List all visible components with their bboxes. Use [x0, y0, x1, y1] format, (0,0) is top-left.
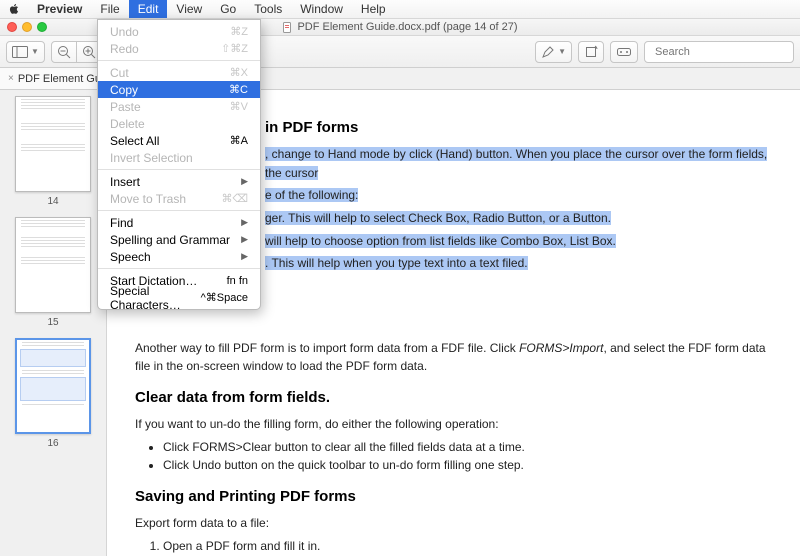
menu-redo: Redo⇧⌘Z	[98, 40, 260, 57]
close-window-button[interactable]	[7, 22, 17, 32]
rotate-icon	[584, 45, 598, 59]
menubar: Preview File Edit View Go Tools Window H…	[0, 0, 800, 19]
doc-heading: Clear data from form fields.	[135, 386, 772, 409]
thumbnail-label: 15	[47, 317, 58, 328]
edit-menu: Undo⌘Z Redo⇧⌘Z Cut⌘X Copy⌘C Paste⌘V Dele…	[97, 19, 261, 310]
doc-bullet: will help to choose option from list fie…	[265, 232, 772, 251]
menu-separator	[98, 268, 260, 269]
highlight-button[interactable]: ▼	[535, 41, 572, 63]
doc-list: Click FORMS>Clear button to clear all th…	[163, 438, 772, 475]
menu-insert[interactable]: Insert▶	[98, 173, 260, 190]
markup-icon	[616, 46, 632, 58]
zoom-window-button[interactable]	[37, 22, 47, 32]
menubar-file[interactable]: File	[91, 0, 128, 18]
menubar-edit[interactable]: Edit	[129, 0, 168, 18]
menu-cut: Cut⌘X	[98, 64, 260, 81]
window-controls	[7, 22, 47, 32]
menu-move-to-trash: Move to Trash⌘⌫	[98, 190, 260, 207]
minimize-window-button[interactable]	[22, 22, 32, 32]
menu-separator	[98, 210, 260, 211]
menu-separator	[98, 60, 260, 61]
sidebar-icon	[12, 46, 28, 58]
page-thumbnail[interactable]	[15, 217, 91, 313]
apple-logo-icon	[8, 3, 20, 15]
menubar-go[interactable]: Go	[211, 0, 245, 18]
doc-paragraph: If you want to un-do the filling form, d…	[135, 415, 772, 434]
menu-special-characters[interactable]: Special Characters…^⌘Space	[98, 289, 260, 306]
thumbnail-label: 16	[47, 438, 58, 449]
zoom-group	[51, 41, 102, 63]
menu-delete: Delete	[98, 115, 260, 132]
zoom-out-button[interactable]	[51, 41, 77, 63]
menu-separator	[98, 169, 260, 170]
menubar-tools[interactable]: Tools	[245, 0, 291, 18]
zoom-in-icon	[82, 45, 96, 59]
sidebar-mode-button[interactable]: ▼	[6, 41, 45, 63]
search-field[interactable]	[644, 41, 794, 63]
doc-bullet: . This will help when you type text into…	[265, 254, 772, 273]
doc-list-item: Click Undo button on the quick toolbar t…	[163, 456, 772, 475]
doc-paragraph: Export form data to a file:	[135, 514, 772, 533]
doc-bullet: ger. This will help to select Check Box,…	[265, 209, 772, 228]
doc-paragraph: e of the following:	[265, 186, 772, 205]
menu-speech[interactable]: Speech▶	[98, 248, 260, 265]
chevron-down-icon: ▼	[558, 47, 566, 56]
document-icon	[282, 22, 293, 33]
close-tab-icon[interactable]: ×	[8, 73, 14, 84]
doc-paragraph: , change to Hand mode by click (Hand) bu…	[265, 145, 772, 182]
doc-heading: in PDF forms	[265, 116, 772, 139]
window-title: PDF Element Guide.docx.pdf (page 14 of 2…	[297, 21, 517, 33]
doc-paragraph: Another way to fill PDF form is to impor…	[135, 339, 772, 376]
menubar-view[interactable]: View	[167, 0, 211, 18]
doc-list-item: Click FORMS>Clear button to clear all th…	[163, 438, 772, 457]
doc-heading: Saving and Printing PDF forms	[135, 485, 772, 508]
menubar-app[interactable]: Preview	[28, 0, 91, 18]
menubar-help[interactable]: Help	[352, 0, 395, 18]
search-input[interactable]	[655, 46, 797, 58]
chevron-down-icon: ▼	[31, 47, 39, 56]
thumbnail-label: 14	[47, 196, 58, 207]
zoom-out-icon	[57, 45, 71, 59]
menu-invert-selection: Invert Selection	[98, 149, 260, 166]
thumbnail-sidebar[interactable]: 14 15 16	[0, 90, 107, 556]
menu-select-all[interactable]: Select All⌘A	[98, 132, 260, 149]
menu-undo: Undo⌘Z	[98, 23, 260, 40]
menu-spelling-grammar[interactable]: Spelling and Grammar▶	[98, 231, 260, 248]
highlight-icon	[541, 45, 555, 59]
menu-find[interactable]: Find▶	[98, 214, 260, 231]
page-thumbnail[interactable]	[15, 96, 91, 192]
menu-paste: Paste⌘V	[98, 98, 260, 115]
menu-copy[interactable]: Copy⌘C	[98, 81, 260, 98]
doc-ordered-list: Open a PDF form and fill it in. Click FO…	[163, 537, 772, 556]
markup-button[interactable]	[610, 41, 638, 63]
doc-list-item: Open a PDF form and fill it in.	[163, 537, 772, 556]
page-thumbnail-current[interactable]	[15, 338, 91, 434]
menubar-window[interactable]: Window	[291, 0, 352, 18]
rotate-button[interactable]	[578, 41, 604, 63]
